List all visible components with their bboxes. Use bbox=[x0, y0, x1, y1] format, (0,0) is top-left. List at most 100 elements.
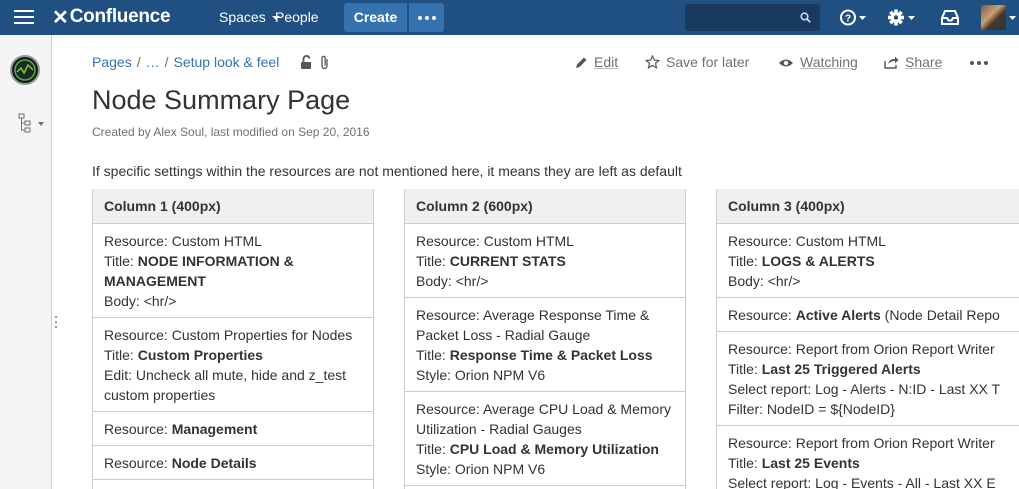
cell-line: Resource: Node Details bbox=[104, 453, 363, 473]
resource-cell: Resource: Active Alerts (Node Detail Rep… bbox=[717, 298, 1019, 332]
field-label: Body: bbox=[104, 293, 144, 309]
svg-text:?: ? bbox=[845, 14, 851, 25]
field-value-bold: MANAGEMENT bbox=[104, 273, 206, 289]
field-label: Body: bbox=[728, 273, 768, 289]
resource-cell: Resource: Custom HTML Title: LOGS & ALERT… bbox=[717, 224, 1019, 298]
create-more-button[interactable] bbox=[409, 3, 444, 32]
page-tree-icon[interactable] bbox=[18, 113, 32, 138]
field-value: (Node Detail Repo bbox=[880, 307, 1000, 323]
cell-line: Body: <hr/> bbox=[416, 271, 675, 291]
column-header: Column 3 (400px) bbox=[717, 189, 1019, 224]
field-value: Orion NPM V6 bbox=[454, 461, 546, 477]
cell-line: Title: Response Time & Packet Loss bbox=[416, 345, 675, 365]
search-input[interactable] bbox=[685, 4, 820, 31]
watching-label: Watching bbox=[800, 54, 858, 70]
confluence-logo-text: Confluence bbox=[69, 6, 171, 27]
help-menu[interactable]: ? bbox=[839, 0, 869, 35]
field-value: Custom HTML bbox=[171, 233, 262, 249]
column-1-table: Column 1 (400px) Resource: Custom HTML Ti… bbox=[92, 189, 374, 489]
field-value: Log - Events - All - Last XX E bbox=[815, 475, 996, 489]
people-link[interactable]: People bbox=[275, 0, 319, 35]
breadcrumb-ellipsis[interactable]: … bbox=[146, 54, 160, 70]
field-value-bold: Last 25 Events bbox=[761, 455, 860, 471]
column-header: Column 1 (400px) bbox=[93, 189, 373, 224]
field-label: Body: bbox=[416, 273, 456, 289]
more-dot bbox=[425, 16, 429, 20]
cell-line: Resource: Report from Orion Report Write… bbox=[728, 433, 1009, 453]
resource-cell: Resource: Report from Orion Report Write… bbox=[717, 332, 1019, 426]
cell-line: Title: CPU Load & Memory Utilization bbox=[416, 439, 675, 459]
cell-line: Select report: Log - Events - All - Last… bbox=[728, 473, 1009, 489]
cell-line: Resource: Custom HTML bbox=[104, 231, 363, 251]
cell-line: Title: Custom Properties bbox=[104, 345, 363, 365]
field-label: Title: bbox=[416, 441, 450, 457]
edit-button[interactable]: Edit bbox=[575, 54, 618, 72]
column-2-table: Column 2 (600px) Resource: Custom HTML Ti… bbox=[404, 189, 686, 489]
create-button[interactable]: Create bbox=[344, 3, 407, 32]
breadcrumb: Pages /… / Setup look & feel bbox=[92, 54, 279, 70]
save-for-later-button[interactable]: Save for later bbox=[644, 54, 749, 72]
user-avatar[interactable] bbox=[981, 5, 1006, 30]
breadcrumb-separator: / bbox=[136, 54, 141, 70]
field-label: Style: bbox=[416, 461, 455, 477]
field-value-bold: NODE INFORMATION & bbox=[137, 253, 294, 269]
resource-cell: Resource: Custom Properties for Nodes Tit… bbox=[93, 318, 373, 412]
radar-icon bbox=[14, 59, 36, 81]
resource-cell: Resource: Average CPU Load & Memory Utili… bbox=[405, 392, 685, 486]
field-value: Custom Properties for Nodes bbox=[171, 327, 353, 343]
chevron-down-icon[interactable] bbox=[38, 122, 44, 126]
field-label: Resource: bbox=[728, 233, 796, 249]
watching-button[interactable]: Watching bbox=[778, 54, 858, 72]
field-label: Resource: bbox=[416, 307, 483, 323]
chevron-down-icon bbox=[1009, 16, 1016, 20]
unlock-icon[interactable] bbox=[300, 55, 313, 70]
breadcrumb-parent[interactable]: Setup look & feel bbox=[173, 54, 279, 70]
settings-menu[interactable] bbox=[886, 0, 918, 35]
cell-line: Resource: Average CPU Load & Memory bbox=[416, 399, 675, 419]
column-3-table: Column 3 (400px) Resource: Custom HTML Ti… bbox=[716, 189, 1019, 489]
cell-line: Packet Loss - Radial Gauge bbox=[416, 325, 675, 345]
space-sidebar bbox=[0, 35, 52, 489]
field-label: Resource: bbox=[728, 341, 796, 357]
breadcrumb-pages[interactable]: Pages bbox=[92, 54, 132, 70]
field-label: Title: bbox=[728, 253, 762, 269]
cell-line: Body: <hr/> bbox=[104, 291, 363, 311]
cell-line: Title: CURRENT STATS bbox=[416, 251, 675, 271]
spaces-menu[interactable]: Spaces bbox=[219, 0, 280, 35]
cell-line: Resource: Active Alerts (Node Detail Rep… bbox=[728, 305, 1009, 325]
field-value: Custom HTML bbox=[483, 233, 574, 249]
cell-line: Style: Orion NPM V6 bbox=[416, 365, 675, 385]
share-label: Share bbox=[905, 54, 943, 70]
sidebar-resize-handle[interactable] bbox=[55, 316, 58, 330]
field-value: Average Response Time & bbox=[482, 307, 650, 323]
notifications-button[interactable] bbox=[939, 0, 961, 35]
space-logo[interactable] bbox=[10, 55, 40, 85]
field-label: Resource: bbox=[104, 233, 172, 249]
field-value: Utilization - Radial Gauges bbox=[416, 421, 582, 437]
field-value-bold: Custom Properties bbox=[137, 347, 263, 363]
field-label: Select report: bbox=[728, 381, 816, 397]
cell-line: Select report: Log - Alerts - N:ID - Las… bbox=[728, 379, 1009, 399]
field-label: Edit: bbox=[104, 367, 136, 383]
field-value: NodeID = ${NodeID} bbox=[766, 401, 895, 417]
cell-line: Edit: Uncheck all mute, hide and z_test bbox=[104, 365, 363, 385]
eye-icon bbox=[779, 59, 793, 67]
field-label: Title: bbox=[416, 253, 450, 269]
gear-icon bbox=[888, 9, 915, 26]
confluence-logo[interactable]: ✕ Confluence bbox=[52, 6, 171, 29]
cell-line: Utilization - Radial Gauges bbox=[416, 419, 675, 439]
field-value: <hr/> bbox=[143, 293, 177, 309]
share-icon bbox=[884, 56, 899, 69]
field-value: <hr/> bbox=[455, 273, 489, 289]
share-button[interactable]: Share bbox=[884, 54, 942, 72]
cell-line: Filter: NodeID = ${NodeID} bbox=[728, 399, 1009, 419]
cell-line: Resource: Report from Orion Report Write… bbox=[728, 339, 1009, 359]
menu-icon[interactable] bbox=[14, 10, 34, 25]
more-actions-icon[interactable] bbox=[970, 61, 988, 65]
attachment-icon[interactable] bbox=[320, 55, 330, 70]
cell-line: Title: NODE INFORMATION & bbox=[104, 251, 363, 271]
user-menu-caret[interactable] bbox=[1008, 0, 1018, 35]
top-navigation-bar: ✕ Confluence Spaces People Create ? bbox=[0, 0, 1019, 35]
field-value-bold: Node Details bbox=[171, 455, 257, 471]
cell-line: custom properties bbox=[104, 385, 363, 405]
